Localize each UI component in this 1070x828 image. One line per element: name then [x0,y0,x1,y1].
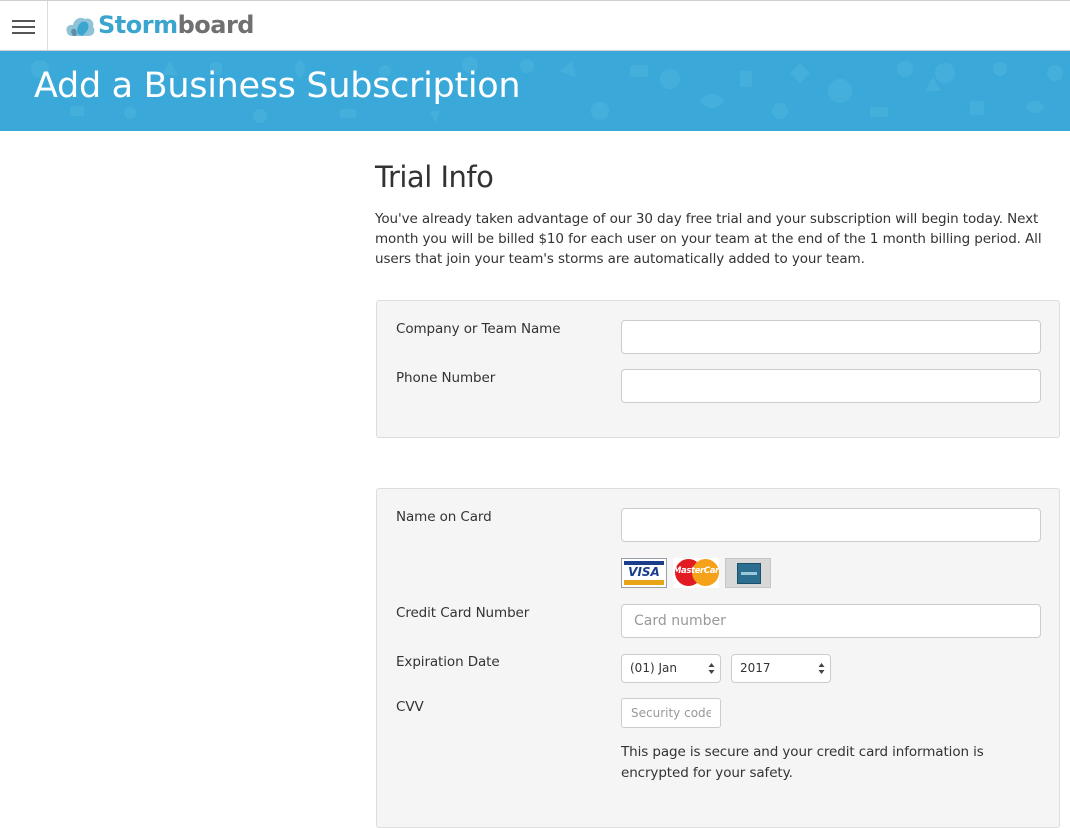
phone-number-label: Phone Number [396,370,496,386]
top-navigation-bar: Stormboard [0,0,1070,51]
page-header-banner: Add a Business Subscription [0,51,1070,131]
expiration-month-value: (01) Jan [630,661,677,675]
expiration-date-label: Expiration Date [396,654,500,670]
select-arrows-icon [818,663,825,674]
visa-card-icon: VISA [621,558,667,588]
expiration-year-value: 2017 [740,661,771,675]
stormboard-cloud-logo-icon [66,17,95,36]
mastercard-card-icon: MasterCard [673,558,719,588]
trial-info-description: You've already taken advantage of our 30… [375,211,1042,267]
select-arrows-icon [708,663,715,674]
mastercard-card-label: MasterCard [673,566,719,576]
trial-info-heading: Trial Info [375,160,494,194]
company-info-panel: Company or Team Name Phone Number [376,300,1060,438]
credit-card-number-input[interactable] [621,604,1041,638]
name-on-card-input[interactable] [621,508,1041,542]
name-on-card-label: Name on Card [396,509,492,525]
visa-card-label: VISA [628,565,660,579]
cvv-label: CVV [396,699,424,715]
secure-payment-note: This page is secure and your credit card… [621,744,984,781]
amex-card-icon [725,558,771,588]
company-name-label: Company or Team Name [396,321,561,337]
cvv-input[interactable] [621,698,721,728]
expiration-month-select[interactable]: (01) Jan [621,654,721,683]
company-name-input[interactable] [621,320,1041,354]
hamburger-menu-button[interactable] [0,1,48,50]
page-title: Add a Business Subscription [34,66,521,106]
stormboard-wordmark: Stormboard [98,11,254,39]
phone-number-input[interactable] [621,369,1041,403]
stormboard-logo[interactable]: Stormboard [64,9,254,41]
expiration-year-select[interactable]: 2017 [731,654,831,683]
payment-info-panel: Name on Card VISA MasterCard Credit Card… [376,488,1060,828]
credit-card-number-label: Credit Card Number [396,605,530,621]
accepted-cards: VISA MasterCard [621,558,771,588]
